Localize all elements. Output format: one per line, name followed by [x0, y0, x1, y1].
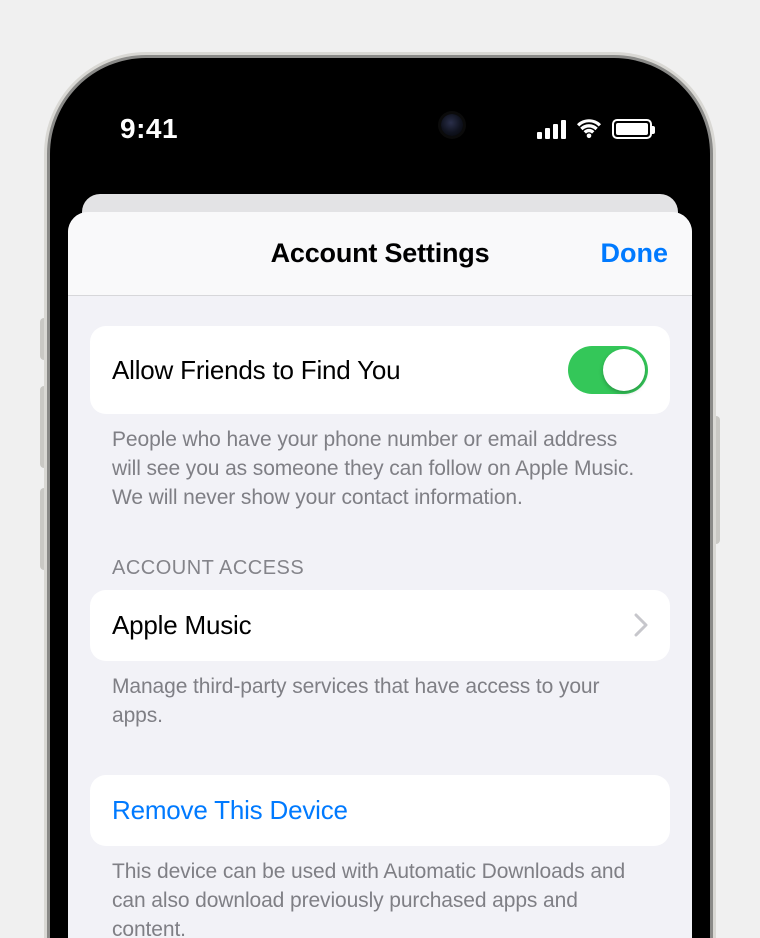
allow-friends-row[interactable]: Allow Friends to Find You [90, 326, 670, 414]
allow-friends-toggle[interactable] [568, 346, 648, 394]
remove-device-row[interactable]: Remove This Device [90, 775, 670, 846]
dynamic-island [285, 98, 475, 152]
sheet-header: Account Settings Done [68, 212, 692, 296]
mute-switch [40, 318, 48, 360]
battery-icon [612, 119, 652, 139]
front-camera-icon [441, 114, 463, 136]
allow-friends-label: Allow Friends to Find You [112, 355, 400, 386]
done-button[interactable]: Done [601, 212, 669, 295]
apple-music-row[interactable]: Apple Music [90, 590, 670, 661]
wifi-icon [576, 119, 602, 139]
remove-device-label: Remove This Device [112, 795, 348, 826]
page-title: Account Settings [271, 238, 490, 269]
side-button [712, 416, 720, 544]
cellular-signal-icon [537, 119, 566, 139]
apple-music-label: Apple Music [112, 610, 251, 641]
account-access-header: ACCOUNT ACCESS [90, 557, 670, 590]
remove-device-footer: This device can be used with Automatic D… [90, 846, 670, 938]
screen: 9:41 [68, 76, 692, 938]
chevron-right-icon [634, 613, 648, 637]
iphone-frame: 9:41 [50, 58, 710, 938]
settings-sheet: Account Settings Done Allow Friends to F… [68, 212, 692, 938]
allow-friends-footer: People who have your phone number or ema… [90, 414, 670, 513]
volume-down-button [40, 488, 48, 570]
account-access-footer: Manage third-party services that have ac… [90, 661, 670, 731]
status-time: 9:41 [120, 113, 178, 145]
volume-up-button [40, 386, 48, 468]
